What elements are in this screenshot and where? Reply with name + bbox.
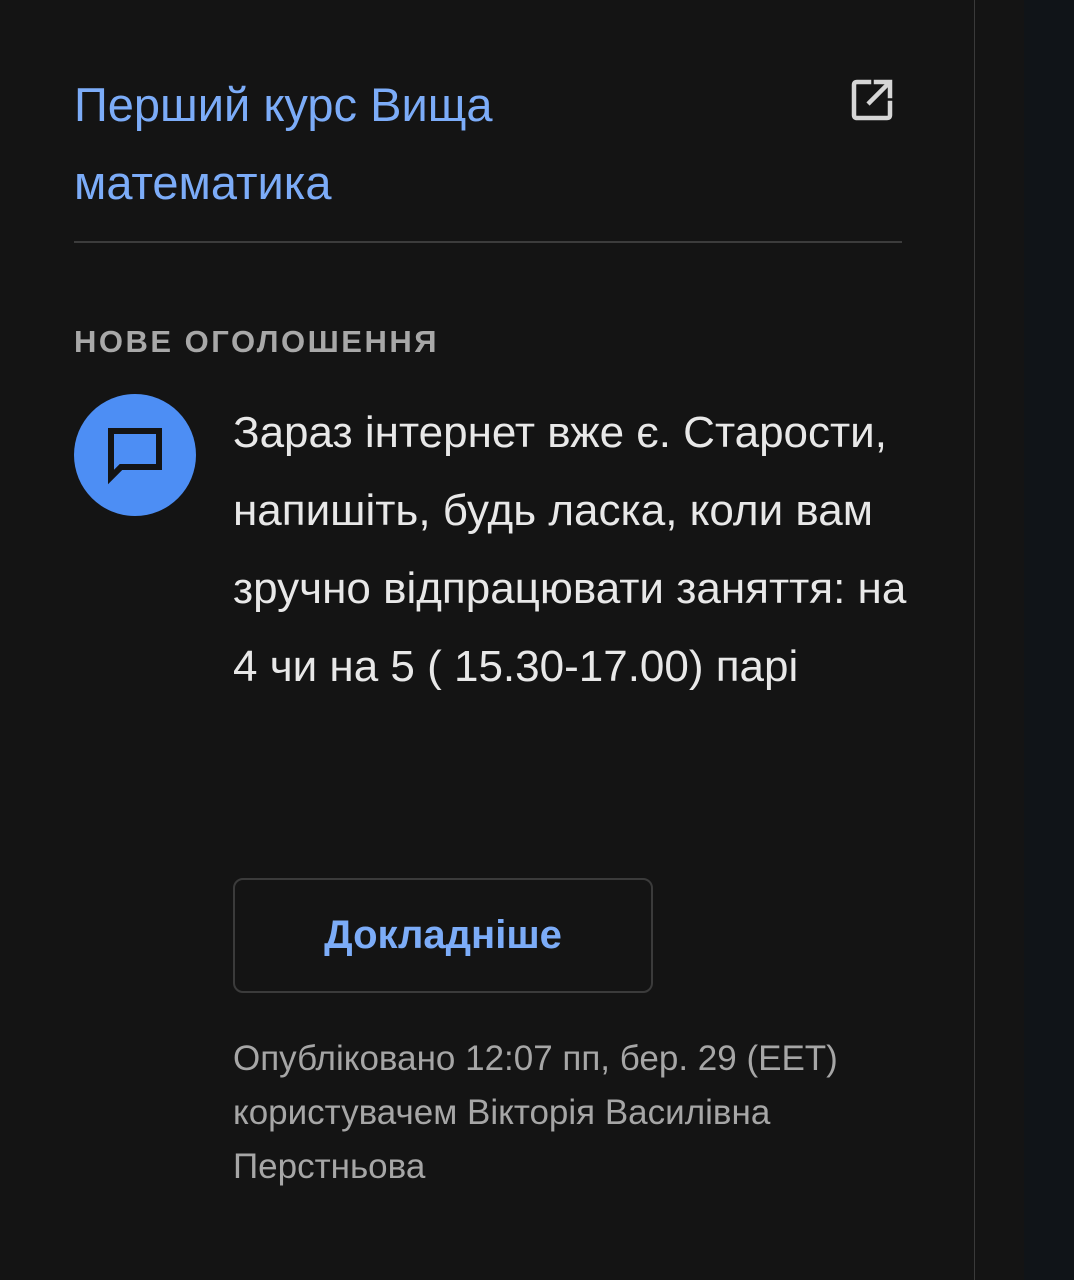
details-button-label: Докладніше xyxy=(324,913,562,957)
details-button[interactable]: Докладніше xyxy=(233,878,653,993)
header-divider xyxy=(74,241,902,243)
card-header: Перший курс Вища математика xyxy=(74,66,904,242)
announcement-text: Зараз інтернет вже є. Старости, напишіть… xyxy=(233,408,907,691)
background-strip xyxy=(1024,0,1074,1280)
announcement-avatar xyxy=(74,394,196,516)
section-label: НОВЕ ОГОЛОШЕННЯ xyxy=(74,324,440,359)
posted-meta: Опубліковано 12:07 пп, бер. 29 (EET) кор… xyxy=(233,1039,838,1186)
open-in-new-icon xyxy=(851,79,893,121)
announcement-chat-icon xyxy=(108,428,162,485)
course-title-link[interactable]: Перший курс Вища математика xyxy=(74,66,714,222)
open-in-new-button[interactable] xyxy=(844,72,900,128)
page: Перший курс Вища математика НОВЕ ОГОЛОШЕ… xyxy=(0,0,1074,1280)
